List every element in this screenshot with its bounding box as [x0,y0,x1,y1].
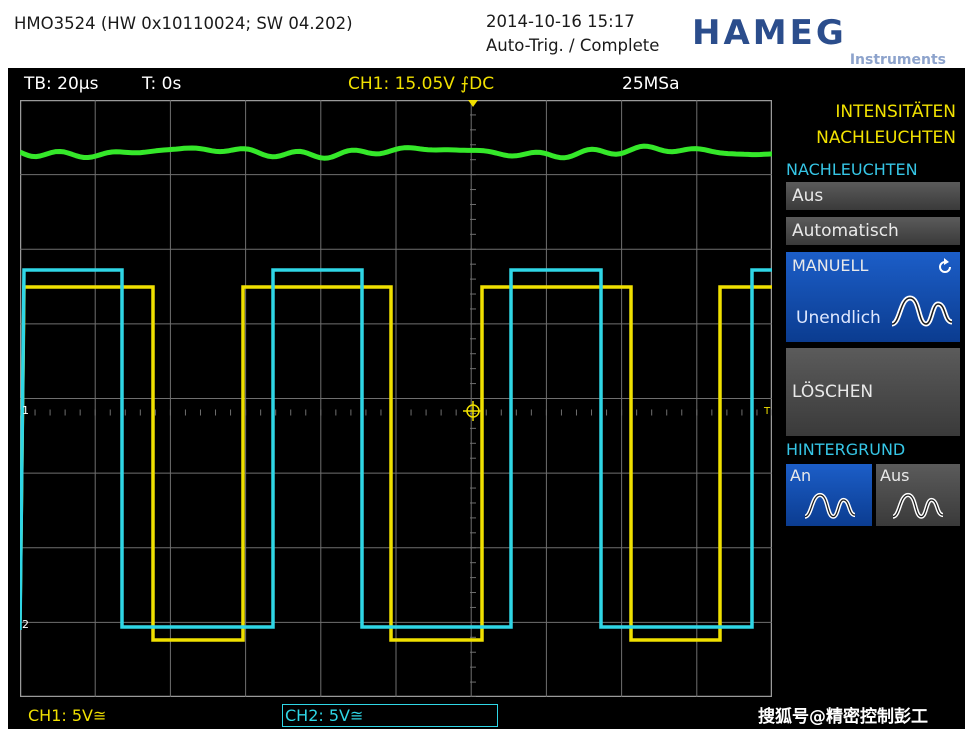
ch2-scale: CH2: 5V≅ [285,706,364,725]
trigger-level-marker[interactable]: T [763,406,771,417]
timebase-readout[interactable]: TB: 20µs [24,74,98,94]
section-label-background: HINTERGRUND [786,440,906,459]
background-off-wave-icon [892,492,944,519]
trigger-time-readout[interactable]: T: 0s [142,74,181,94]
hameg-logo: HAMEG Instruments [684,10,958,66]
background-on-button[interactable]: An [786,464,872,526]
persistence-auto-label: Automatisch [792,221,899,241]
brand-text: HAMEG [692,13,847,53]
manual-value: Unendlich [796,308,881,328]
center-crosshair [463,401,483,421]
section-label-persistence: NACHLEUCHTEN [786,160,918,179]
rotate-knob-icon [939,258,951,273]
clear-persistence-button[interactable]: LÖSCHEN [786,348,960,436]
persistence-wave-icon [891,295,953,327]
manual-label: MANUELL [792,256,869,275]
oscilloscope-screen: HMO3524 (HW 0x10110024; SW 04.202) 2014-… [8,8,965,729]
datetime: 2014-10-16 15:17 [486,12,635,31]
menu-title-intensities: INTENSITÄTEN [835,102,956,122]
persistence-auto-button[interactable]: Automatisch [786,217,960,245]
trigger-position-marker[interactable] [468,100,478,107]
brand-subtext: Instruments [850,52,946,66]
background-on-label: An [790,466,812,485]
sample-rate-readout: 25MSa [622,74,680,94]
ch2-scale-box[interactable]: CH2: 5V≅ [282,704,498,727]
model-info: HMO3524 (HW 0x10110024; SW 04.202) [14,14,353,33]
ch1-trigger-readout[interactable]: CH1: 15.05V ⨍DC [348,74,494,94]
background-off-button[interactable]: Aus [876,464,960,526]
waveform-display[interactable]: 1 2 T [20,100,772,697]
ch2-marker[interactable]: 2 [22,618,29,631]
background-on-wave-icon [804,492,856,519]
trigger-state: Auto-Trig. / Complete [486,36,660,55]
background-off-label: Aus [880,466,910,485]
persistence-manual-button[interactable]: MANUELL Unendlich [786,252,960,342]
persistence-off-button[interactable]: Aus [786,182,960,210]
clear-label: LÖSCHEN [792,382,874,402]
menu-title-persistence: NACHLEUCHTEN [816,128,956,148]
ch1-scale[interactable]: CH1: 5V≅ [28,706,106,725]
persistence-off-label: Aus [792,186,824,206]
grid [20,100,772,697]
ch1-marker[interactable]: 1 [22,404,29,417]
watermark: 搜狐号@精密控制彭工 [758,707,928,727]
header-bar: HMO3524 (HW 0x10110024; SW 04.202) 2014-… [8,8,965,68]
